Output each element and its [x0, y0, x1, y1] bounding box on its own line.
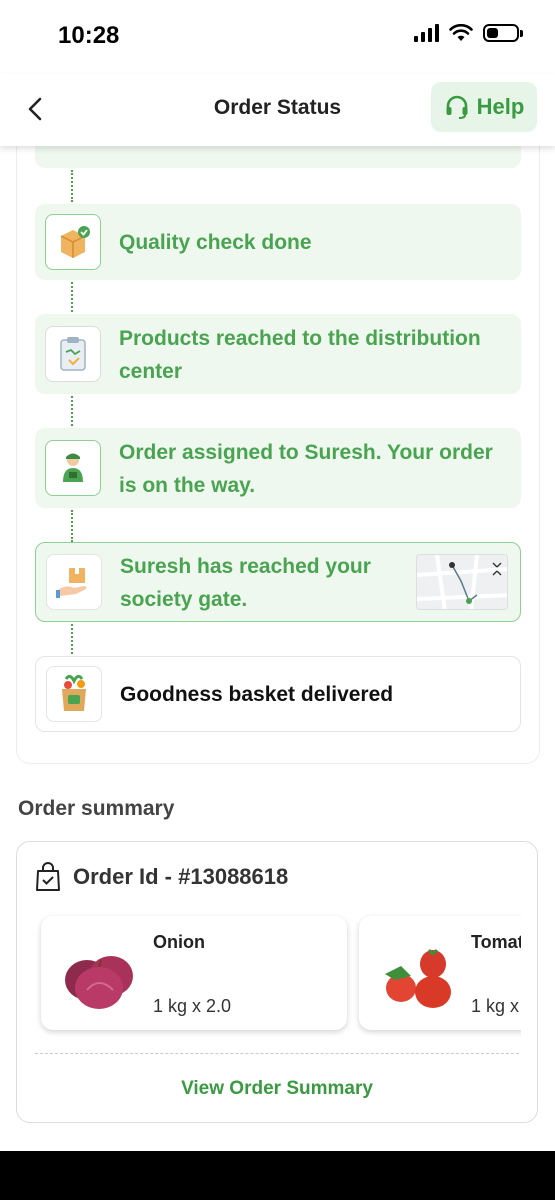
battery-icon — [483, 24, 523, 42]
timeline-step-text: Suresh has reached your society gate. — [120, 555, 371, 611]
product-quantity: 1 kg x 2.0 — [153, 996, 232, 1016]
status-icons — [414, 24, 523, 42]
product-name: Tomato — [471, 932, 521, 952]
product-card-tomato[interactable]: Tomato 1 kg x 2.0 — [359, 916, 521, 1030]
tomato-image — [385, 948, 451, 1008]
onion-image — [65, 956, 133, 1009]
live-map-thumbnail[interactable] — [416, 554, 508, 610]
timeline-step-quality-check: Quality check done — [35, 204, 521, 280]
timeline-connector — [71, 282, 73, 312]
status-bar: 10:28 — [0, 0, 555, 74]
help-button[interactable]: Help — [431, 82, 537, 132]
timeline-step-delivered: Goodness basket delivered — [35, 656, 521, 732]
timeline-step-text: Quality check done — [119, 231, 312, 254]
help-label: Help — [476, 94, 525, 119]
product-name: Onion — [153, 932, 205, 952]
order-id-row: Order Id - #13088618 — [35, 862, 288, 892]
timeline-step-text: Order assigned to Suresh. Your order is … — [119, 441, 493, 497]
headset-icon — [446, 95, 468, 119]
wifi-icon — [449, 24, 473, 41]
product-quantity: 1 kg x 2.0 — [471, 996, 521, 1016]
products-carousel[interactable]: Onion 1 kg x 2.0 Tomato 1 kg x 2.0 — [17, 912, 521, 1038]
divider — [35, 1053, 519, 1054]
grocery-bag-icon — [46, 666, 102, 722]
timeline-step-assigned: Order assigned to Suresh. Your order is … — [35, 428, 521, 508]
bottom-bar — [0, 1151, 555, 1200]
shopping-bag-icon — [36, 862, 60, 891]
timeline-connector — [71, 624, 73, 654]
cellular-signal-icon — [414, 24, 439, 42]
timeline-step-text: Goodness basket delivered — [120, 683, 394, 706]
timeline-step-distribution: Products reached to the distribution cen… — [35, 314, 521, 394]
order-summary-heading: Order summary — [18, 797, 175, 820]
timeline-connector — [71, 510, 73, 542]
app-header: Order Status Help — [0, 74, 555, 146]
timeline-step-reached-gate: Suresh has reached your society gate. — [35, 542, 521, 622]
clipboard-icon — [45, 326, 101, 382]
hand-package-icon — [46, 554, 102, 610]
order-timeline: and 6 PM Quality check done Products — [16, 100, 540, 764]
order-summary-card: Order Id - #13088618 Onion 1 kg x 2.0 To… — [16, 841, 538, 1123]
timeline-step-text: Products reached to the distribution cen… — [119, 327, 481, 383]
quality-box-icon — [45, 214, 101, 270]
order-id: Order Id - #13088618 — [73, 864, 289, 889]
timeline-connector — [71, 170, 73, 202]
product-card-onion[interactable]: Onion 1 kg x 2.0 — [41, 916, 347, 1030]
timeline-connector — [71, 396, 73, 426]
view-order-summary-link[interactable]: View Order Summary — [17, 1078, 537, 1100]
delivery-person-icon — [45, 440, 101, 496]
status-time: 10:28 — [58, 22, 120, 49]
